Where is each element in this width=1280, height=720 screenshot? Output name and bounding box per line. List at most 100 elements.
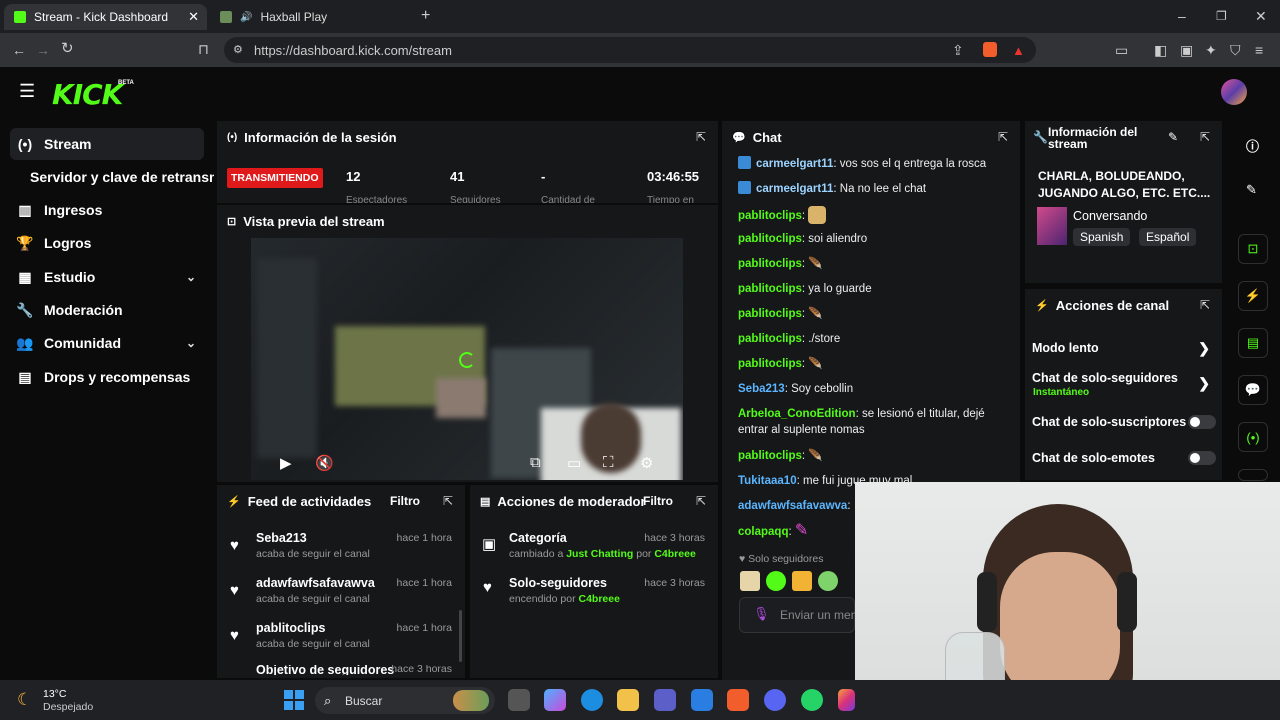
sidebar-item-community[interactable]: 👥 Comunidad ⌄: [10, 327, 204, 359]
close-window-icon[interactable]: ✕: [1255, 9, 1267, 23]
minimize-icon[interactable]: –: [1178, 9, 1186, 23]
tag-chip[interactable]: Español: [1139, 228, 1197, 246]
document-icon[interactable]: ▤: [1238, 328, 1268, 358]
info-icon[interactable]: ⓘ: [1246, 136, 1259, 155]
kick-logo[interactable]: KICK: [52, 78, 123, 111]
user-link[interactable]: C4breee: [579, 593, 620, 605]
avatar[interactable]: [1221, 79, 1247, 105]
edge-icon[interactable]: [581, 689, 603, 711]
discord-icon[interactable]: [764, 689, 786, 711]
mod-filter-button[interactable]: Filtro: [643, 494, 673, 508]
emote-icon[interactable]: [792, 571, 812, 591]
brave-icon[interactable]: [727, 689, 749, 711]
followers-only-row[interactable]: Chat de solo-seguidores Instantáneo ❯: [1032, 371, 1216, 399]
bookmark-icon[interactable]: ⊓: [198, 42, 209, 56]
address-bar[interactable]: ⚙ https://dashboard.kick.com/stream ⇪ ▲: [224, 37, 1036, 63]
chat-username[interactable]: adawfawfsafavawva: [738, 500, 847, 512]
list-item[interactable]: ♥ adawfawfsafavawva acaba de seguir el c…: [228, 576, 456, 620]
store-icon[interactable]: [691, 689, 713, 711]
chat-username[interactable]: Arbeloa_ConoEdition: [738, 408, 856, 420]
mute-icon[interactable]: 🔇: [315, 454, 334, 472]
subscribers-only-toggle[interactable]: [1188, 415, 1216, 429]
sidebar-toggle-icon[interactable]: ◧: [1154, 43, 1167, 57]
sidebar-item-drops[interactable]: ▤ Drops y recompensas: [10, 361, 204, 393]
sidebar-item-stream[interactable]: (•) Stream: [10, 128, 204, 160]
chat-username[interactable]: carmeelgart11: [756, 183, 833, 195]
video-icon[interactable]: [1238, 469, 1268, 481]
popout-icon[interactable]: ⇱: [1200, 130, 1210, 144]
broadcast-icon[interactable]: (•): [1238, 422, 1268, 452]
copilot-icon[interactable]: [544, 689, 566, 711]
sidebar-item-income[interactable]: ▥ Ingresos: [10, 194, 204, 226]
microphone-icon[interactable]: 🎙: [753, 606, 770, 622]
instagram-icon[interactable]: [838, 689, 855, 711]
stream-preview-video[interactable]: [251, 238, 683, 480]
tag-chip[interactable]: Spanish: [1073, 228, 1131, 246]
slow-mode-row[interactable]: Modo lento ❯: [1032, 340, 1216, 359]
menu-icon[interactable]: ≡: [1255, 43, 1263, 57]
taskbar-search[interactable]: ⌕ Buscar: [315, 687, 495, 714]
lightning-icon[interactable]: ⚡: [1238, 281, 1268, 311]
chat-username[interactable]: Seba213: [738, 383, 785, 395]
category-name[interactable]: Conversando: [1073, 209, 1147, 223]
feed-scrollbar[interactable]: [459, 610, 462, 662]
chat-username[interactable]: pablitoclips: [738, 333, 802, 345]
camera-icon[interactable]: ⊡: [1238, 234, 1268, 264]
whatsapp-icon[interactable]: [801, 689, 823, 711]
theater-icon[interactable]: ▭: [567, 454, 581, 472]
play-icon[interactable]: ▶: [280, 454, 292, 472]
new-tab-icon[interactable]: +: [421, 8, 430, 24]
list-item[interactable]: ♥ Seba213 acaba de seguir el canal hace …: [228, 531, 456, 575]
chevron-right-icon[interactable]: ❯: [1198, 375, 1210, 392]
popout-icon[interactable]: ⇱: [1200, 298, 1210, 312]
windows-start-icon[interactable]: [284, 690, 304, 710]
feed-filter-button[interactable]: Filtro: [390, 494, 420, 508]
chat-username[interactable]: pablitoclips: [738, 258, 802, 270]
restore-icon[interactable]: ❐: [1216, 9, 1227, 23]
hamburger-icon[interactable]: ☰: [19, 82, 35, 100]
file-explorer-icon[interactable]: [617, 689, 639, 711]
sidebar-item-server-key[interactable]: Servidor y clave de retransm: [24, 161, 214, 193]
chat-username[interactable]: pablitoclips: [738, 233, 802, 245]
chat-input[interactable]: 🎙 Enviar un mensaje: [739, 597, 879, 633]
sidebar-item-achievements[interactable]: 🏆 Logros: [10, 227, 204, 259]
reader-icon[interactable]: ▭: [1115, 43, 1128, 57]
popout-icon[interactable]: ⇱: [443, 494, 453, 508]
settings-gear-icon[interactable]: ⚙: [640, 454, 653, 472]
brave-shield-icon[interactable]: [983, 42, 997, 57]
sidebar-item-moderation[interactable]: 🔧 Moderación: [10, 294, 204, 326]
chat-username[interactable]: pablitoclips: [738, 283, 802, 295]
edit-icon[interactable]: ✎: [1168, 130, 1178, 144]
chevron-down-icon[interactable]: ⌄: [186, 270, 196, 284]
list-item[interactable]: ♥ pablitoclips acaba de seguir el canal …: [228, 621, 456, 665]
sidebar-item-studio[interactable]: ▦ Estudio ⌄: [10, 261, 204, 293]
list-item[interactable]: ♥ Solo-seguidores encendido por C4breee …: [481, 576, 711, 620]
chat-username[interactable]: pablitoclips: [738, 358, 802, 370]
teams-icon[interactable]: [654, 689, 676, 711]
tab-kick-dashboard[interactable]: Stream - Kick Dashboard ✕: [4, 4, 207, 30]
emotes-only-toggle[interactable]: [1188, 451, 1216, 465]
chat-username[interactable]: carmeelgart11: [756, 158, 833, 170]
popout-icon[interactable]: ⇱: [696, 130, 706, 144]
list-item[interactable]: Objetivo de seguidores hace 3 horas: [228, 665, 456, 675]
tab-haxball[interactable]: 🔊 Haxball Play: [210, 4, 410, 30]
chevron-down-icon[interactable]: ⌄: [186, 336, 196, 350]
site-info-icon[interactable]: ⚙: [233, 43, 243, 57]
close-tab-icon[interactable]: ✕: [188, 9, 199, 25]
wallet-icon[interactable]: ▣: [1180, 43, 1193, 57]
forward-icon[interactable]: →: [36, 43, 50, 57]
pip-icon[interactable]: ⧉: [530, 454, 541, 471]
user-link[interactable]: C4breee: [654, 548, 695, 560]
brave-rewards-icon[interactable]: ▲: [1012, 43, 1025, 58]
vpn-icon[interactable]: ⛉: [1230, 43, 1241, 57]
chat-username[interactable]: colapaqq: [738, 526, 788, 538]
fullscreen-icon[interactable]: ⛶: [603, 454, 614, 471]
chat-username[interactable]: pablitoclips: [738, 450, 802, 462]
chat-username[interactable]: Tukitaaa10: [738, 475, 797, 487]
back-icon[interactable]: ←: [12, 43, 26, 57]
chat-username[interactable]: pablitoclips: [738, 308, 802, 320]
chevron-right-icon[interactable]: ❯: [1198, 340, 1210, 357]
chat-bubble-icon[interactable]: 💬: [1238, 375, 1268, 405]
category-link[interactable]: Just Chatting: [566, 548, 633, 560]
chat-username[interactable]: pablitoclips: [738, 210, 802, 222]
